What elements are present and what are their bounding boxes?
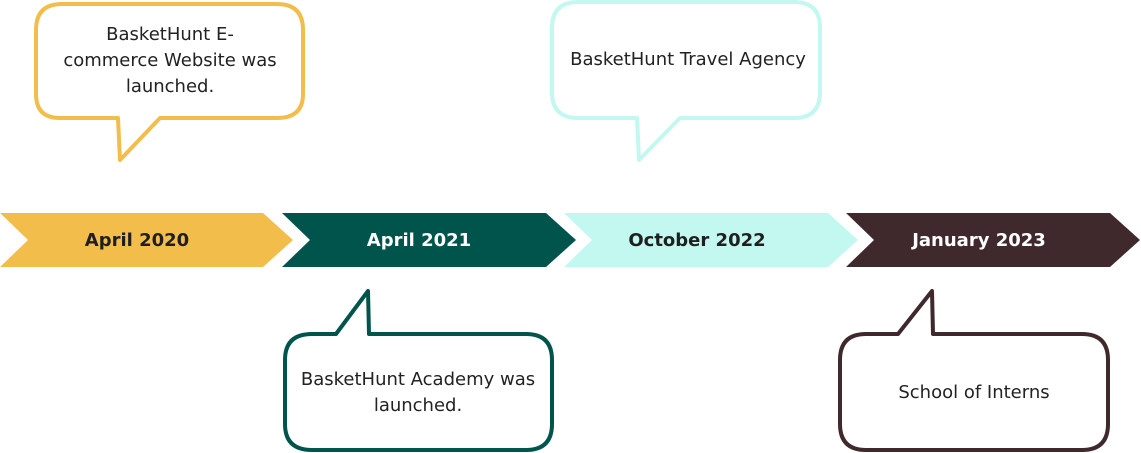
note-october-2022: BasketHunt Travel Agency [570, 49, 806, 70]
date-label-january-2023: January 2023 [912, 229, 1046, 251]
note-april-2020: BasketHunt E-commerce Website was launch… [63, 24, 277, 97]
note-april-2021: BasketHunt Academy was launched. [300, 369, 536, 416]
date-label-october-2022: October 2022 [628, 229, 766, 251]
note-january-2023: School of Interns [898, 382, 1050, 403]
date-label-april-2021: April 2021 [366, 229, 472, 251]
date-label-april-2020: April 2020 [84, 229, 190, 251]
